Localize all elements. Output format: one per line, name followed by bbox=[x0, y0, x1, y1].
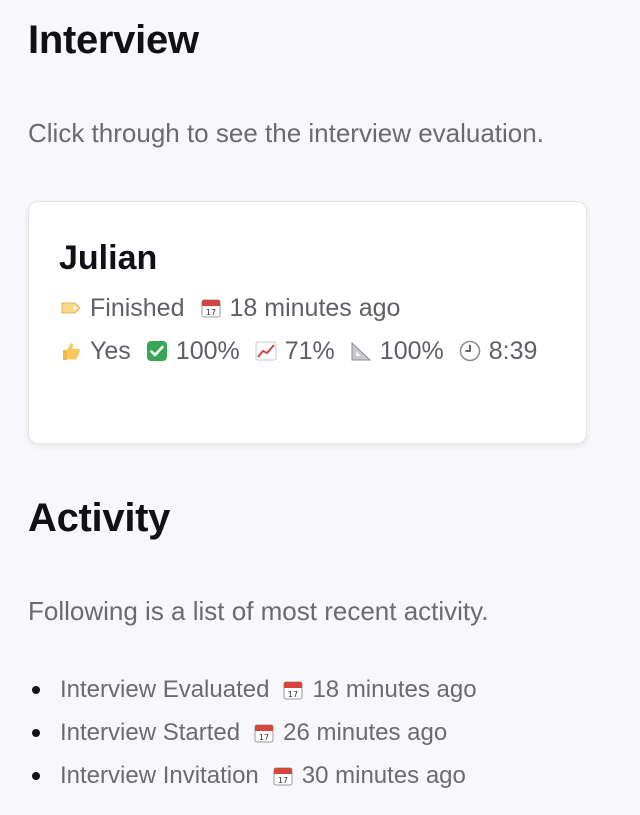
bullet-icon bbox=[32, 685, 40, 694]
activity-item: Interview Evaluated 17 18 minutes ago bbox=[28, 668, 477, 711]
status-item: Finished bbox=[59, 294, 185, 323]
activity-label: Interview Started bbox=[60, 718, 241, 746]
activity-label: Interview Invitation bbox=[60, 761, 259, 789]
check-mark-button-icon bbox=[145, 339, 169, 363]
label-tag-icon bbox=[59, 296, 83, 320]
calendar-icon: 17 bbox=[281, 678, 305, 702]
bullet-icon bbox=[32, 728, 40, 737]
clock-icon bbox=[458, 339, 482, 363]
calendar-icon: 17 bbox=[252, 721, 276, 745]
interview-card[interactable]: Julian Finished 17 18 minutes ago Yes 10… bbox=[28, 201, 587, 444]
svg-text:17: 17 bbox=[205, 308, 215, 317]
metric-recommendation-value: Yes bbox=[90, 336, 131, 365]
triangular-ruler-icon bbox=[349, 339, 373, 363]
metric-duration: 8:39 bbox=[458, 336, 538, 366]
status-text: Finished bbox=[90, 293, 185, 322]
status-row: Finished 17 18 minutes ago bbox=[59, 288, 586, 328]
date-item: 17 18 minutes ago bbox=[199, 293, 401, 323]
activity-item: Interview Started 17 26 minutes ago bbox=[28, 711, 477, 754]
bullet-icon bbox=[32, 771, 40, 780]
metric-completion-value: 100% bbox=[175, 336, 240, 365]
svg-text:17: 17 bbox=[288, 690, 298, 699]
metric-duration-value: 8:39 bbox=[488, 336, 538, 365]
metric-completion: 100% bbox=[145, 337, 240, 366]
svg-text:17: 17 bbox=[278, 776, 288, 785]
page: Interview Click through to see the inter… bbox=[0, 0, 640, 815]
metric-accuracy-value: 100% bbox=[379, 336, 444, 365]
activity-time: 30 minutes ago bbox=[301, 761, 466, 789]
activity-description: Following is a list of most recent activ… bbox=[28, 596, 489, 626]
activity-heading: Activity bbox=[28, 496, 171, 540]
activity-time: 18 minutes ago bbox=[312, 675, 477, 703]
interview-heading: Interview bbox=[28, 18, 199, 62]
chart-increasing-icon bbox=[254, 339, 278, 363]
calendar-icon: 17 bbox=[199, 296, 223, 320]
metric-recommendation: Yes bbox=[59, 337, 131, 366]
metric-score-value: 71% bbox=[284, 336, 335, 365]
candidate-name: Julian bbox=[59, 239, 158, 277]
activity-label: Interview Evaluated bbox=[60, 675, 270, 703]
thumbs-up-icon bbox=[59, 339, 83, 363]
activity-time: 26 minutes ago bbox=[283, 718, 448, 746]
metrics-row: Yes 100% 71% 100% 8:39 bbox=[59, 331, 586, 371]
calendar-icon: 17 bbox=[271, 764, 295, 788]
metric-score: 71% bbox=[254, 337, 335, 366]
time-ago-text: 18 minutes ago bbox=[229, 293, 401, 322]
activity-list: Interview Evaluated 17 18 minutes ago In… bbox=[28, 668, 477, 797]
metric-accuracy: 100% bbox=[349, 337, 444, 366]
activity-item: Interview Invitation 17 30 minutes ago bbox=[28, 754, 477, 797]
svg-text:17: 17 bbox=[259, 733, 269, 742]
interview-description: Click through to see the interview evalu… bbox=[28, 118, 544, 148]
